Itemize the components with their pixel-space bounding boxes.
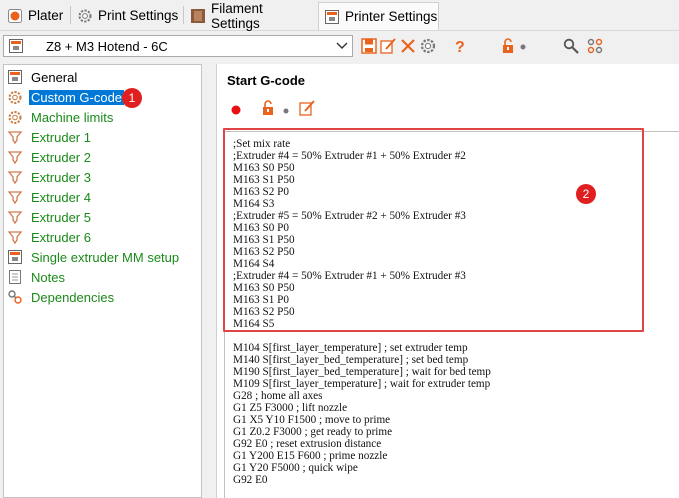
highlight-box [223, 128, 644, 332]
tree-item-label: Extruder 1 [31, 129, 91, 145]
annotation-badge-2: 2 [576, 184, 596, 204]
settings-tree: General Custom G-code Machine limits Ext… [3, 64, 202, 498]
printer-icon [325, 9, 339, 24]
tree-item-extruder-2[interactable]: Extruder 2 [7, 148, 93, 166]
tree-item-extruder-3[interactable]: Extruder 3 [7, 168, 93, 186]
tab-divider [70, 6, 71, 24]
wrench-icon [8, 289, 23, 305]
delete-preset-icon[interactable] [400, 38, 416, 54]
printer-icon [8, 249, 23, 265]
tree-item-extruder-1[interactable]: Extruder 1 [7, 128, 93, 146]
compare-presets-icon[interactable] [587, 38, 603, 54]
search-icon[interactable] [563, 38, 579, 54]
tab-plater[interactable]: Plater [2, 3, 68, 28]
tree-item-label: Extruder 2 [31, 149, 91, 165]
tab-bar: Plater Print Settings Filament Settings … [0, 0, 679, 31]
rename-preset-icon[interactable] [380, 38, 396, 54]
extruder-icon [7, 130, 23, 145]
tree-item-label: General [31, 69, 78, 85]
tree-item-extruder-5[interactable]: Extruder 5 [7, 208, 93, 226]
tree-item-extruder-4[interactable]: Extruder 4 [7, 188, 93, 206]
tab-printer-settings[interactable]: Printer Settings [318, 2, 439, 30]
chevron-down-icon [336, 37, 348, 58]
printer-preset-select[interactable]: Z8 + M3 Hotend - 6C [3, 35, 353, 57]
notes-icon [8, 269, 23, 285]
print-settings-icon [78, 9, 92, 23]
preset-toolbar: Z8 + M3 Hotend - 6C ? [0, 31, 679, 61]
extruder-icon [7, 230, 23, 245]
tree-item-machine-limits[interactable]: Machine limits [8, 108, 115, 126]
edit-icon[interactable] [299, 100, 315, 119]
question-icon[interactable]: ? [452, 38, 468, 56]
tree-item-extruder-6[interactable]: Extruder 6 [7, 228, 93, 246]
tab-print-settings[interactable]: Print Settings [72, 3, 182, 28]
tree-item-custom-gcode[interactable]: Custom G-code [8, 88, 125, 106]
tree-item-label: Machine limits [31, 109, 114, 125]
extruder-icon [7, 150, 23, 165]
tree-item-label: Extruder 5 [31, 209, 91, 225]
section-title: Start G-code [227, 73, 306, 88]
tab-label: Print Settings [98, 8, 179, 23]
tab-label: Filament Settings [211, 0, 263, 31]
tree-item-label: Custom G-code [29, 89, 125, 105]
preset-name: Z8 + M3 Hotend - 6C [46, 39, 168, 54]
custom-gcode-panel: Start G-code ;Set mix rate ;Extruder #4 … [216, 64, 679, 498]
tree-item-general[interactable]: General [8, 68, 79, 86]
printer-icon [9, 39, 23, 53]
tree-item-label: Dependencies [31, 289, 115, 305]
tree-item-notes[interactable]: Notes [8, 268, 67, 286]
svg-text:?: ? [455, 39, 465, 54]
tree-item-single-extruder-mm-setup[interactable]: Single extruder MM setup [8, 248, 181, 266]
extruder-icon [7, 170, 23, 185]
tree-item-label: Extruder 4 [31, 189, 91, 205]
extruder-icon [7, 190, 23, 205]
lock-open-icon[interactable] [261, 100, 277, 119]
printer-icon [8, 69, 23, 85]
tree-item-dependencies[interactable]: Dependencies [8, 288, 116, 306]
tab-label: Plater [28, 8, 64, 23]
tree-item-label: Extruder 3 [31, 169, 91, 185]
tree-item-label: Extruder 6 [31, 229, 91, 245]
tab-filament-settings[interactable]: Filament Settings [185, 0, 315, 31]
tree-item-label: Notes [31, 269, 65, 285]
plater-icon [8, 8, 22, 23]
red-dot-icon [230, 104, 242, 119]
gear-icon [8, 90, 23, 105]
annotation-badge-1: 1 [122, 88, 142, 108]
extruder-icon [7, 210, 23, 225]
tab-divider [183, 6, 184, 24]
gear-icon [8, 110, 23, 125]
tree-item-label: Single extruder MM setup [31, 249, 180, 265]
settings-gear-icon[interactable] [420, 38, 436, 54]
tab-label: Printer Settings [345, 9, 438, 24]
dot-icon [281, 104, 291, 119]
dot-icon [519, 38, 535, 54]
lock-open-icon[interactable] [501, 38, 517, 54]
filament-spool-icon [191, 8, 205, 23]
save-preset-icon[interactable] [361, 38, 377, 54]
